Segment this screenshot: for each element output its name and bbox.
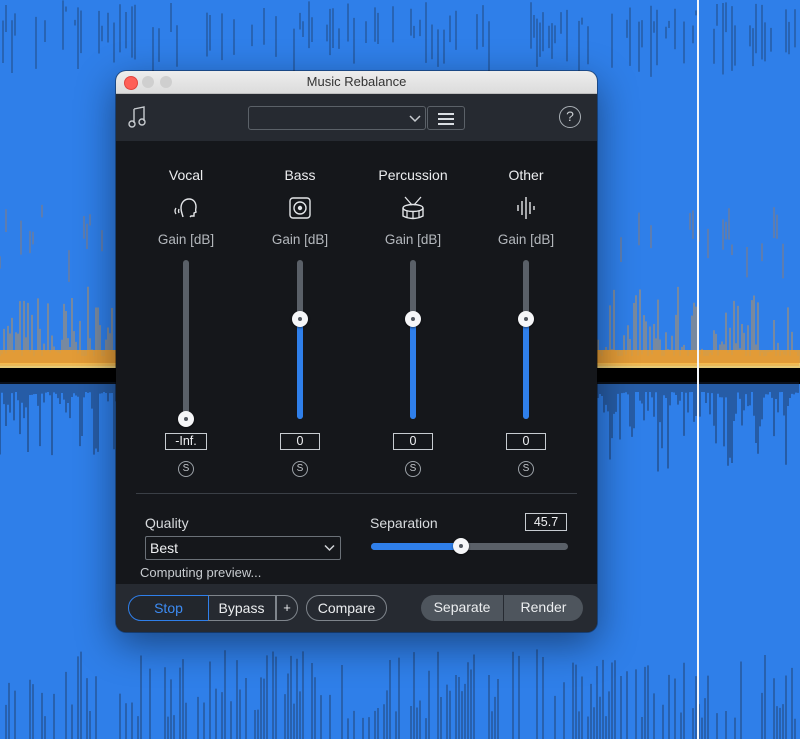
gain-label-other: Gain [dB]	[497, 232, 555, 247]
channel-name-vocal: Vocal	[168, 167, 204, 183]
chevron-down-icon	[409, 115, 421, 123]
music-rebalance-window: Music Rebalance ? Vocal Gain [dB] -Inf. …	[116, 71, 597, 632]
vocal-head-icon	[174, 198, 197, 218]
stop-button[interactable]: Stop	[128, 595, 209, 621]
gain-slider-handle-other[interactable]	[518, 311, 534, 327]
solo-button-percussion[interactable]: S	[405, 461, 421, 477]
channel-name-percussion: Percussion	[378, 167, 448, 183]
separation-slider-fill	[371, 543, 461, 550]
gain-label-bass: Gain [dB]	[271, 232, 329, 247]
bypass-button[interactable]: Bypass	[208, 595, 276, 621]
quality-label: Quality	[145, 515, 189, 531]
gain-slider-fill-bass	[297, 319, 303, 419]
gain-slider-fill-other	[523, 319, 529, 419]
gain-slider-vocal[interactable]	[183, 260, 189, 419]
quality-dropdown[interactable]: Best	[145, 536, 341, 560]
separation-slider-handle[interactable]	[453, 538, 469, 554]
separation-value-field[interactable]: 45.7	[525, 513, 567, 531]
gain-slider-bass[interactable]	[297, 260, 303, 419]
gain-label-vocal: Gain [dB]	[157, 232, 215, 247]
compare-button[interactable]: Compare	[306, 595, 387, 621]
preset-dropdown[interactable]	[248, 106, 426, 130]
footer-bar: Stop Bypass + Compare Separate Render	[116, 584, 597, 632]
gain-value-other[interactable]: 0	[506, 433, 546, 450]
chevron-down-icon	[324, 544, 335, 552]
title-bar[interactable]: Music Rebalance	[116, 71, 597, 94]
separation-label: Separation	[370, 515, 438, 531]
status-text: Computing preview...	[140, 565, 262, 580]
gain-value-percussion[interactable]: 0	[393, 433, 433, 450]
gain-slider-handle-bass[interactable]	[292, 311, 308, 327]
solo-button-other[interactable]: S	[518, 461, 534, 477]
music-note-icon	[128, 106, 146, 128]
gain-label-percussion: Gain [dB]	[384, 232, 442, 247]
render-button[interactable]: Render	[504, 595, 583, 621]
gain-value-bass[interactable]: 0	[280, 433, 320, 450]
gain-slider-percussion[interactable]	[410, 260, 416, 419]
separation-slider[interactable]	[371, 538, 568, 554]
solo-button-vocal[interactable]: S	[178, 461, 194, 477]
gain-slider-handle-vocal[interactable]	[178, 411, 194, 427]
channel-name-other: Other	[508, 167, 544, 183]
playhead-cursor[interactable]	[697, 0, 699, 739]
waveform-icon	[517, 197, 535, 219]
drum-icon	[402, 196, 424, 220]
window-title: Music Rebalance	[306, 74, 407, 89]
gain-value-vocal[interactable]: -Inf.	[165, 433, 207, 450]
gain-slider-other[interactable]	[523, 260, 529, 419]
gain-slider-fill-percussion	[410, 319, 416, 419]
help-button[interactable]: ?	[559, 106, 581, 128]
speaker-icon	[289, 197, 311, 219]
separate-button[interactable]: Separate	[421, 595, 503, 621]
toolbar: ?	[116, 94, 597, 141]
solo-button-bass[interactable]: S	[292, 461, 308, 477]
channel-name-bass: Bass	[284, 167, 316, 183]
bypass-plus-button[interactable]: +	[276, 595, 298, 621]
gain-slider-handle-percussion[interactable]	[405, 311, 421, 327]
section-divider	[136, 493, 577, 494]
quality-selected: Best	[150, 540, 179, 556]
menu-icon	[438, 113, 454, 115]
preset-menu-button[interactable]	[427, 106, 465, 130]
